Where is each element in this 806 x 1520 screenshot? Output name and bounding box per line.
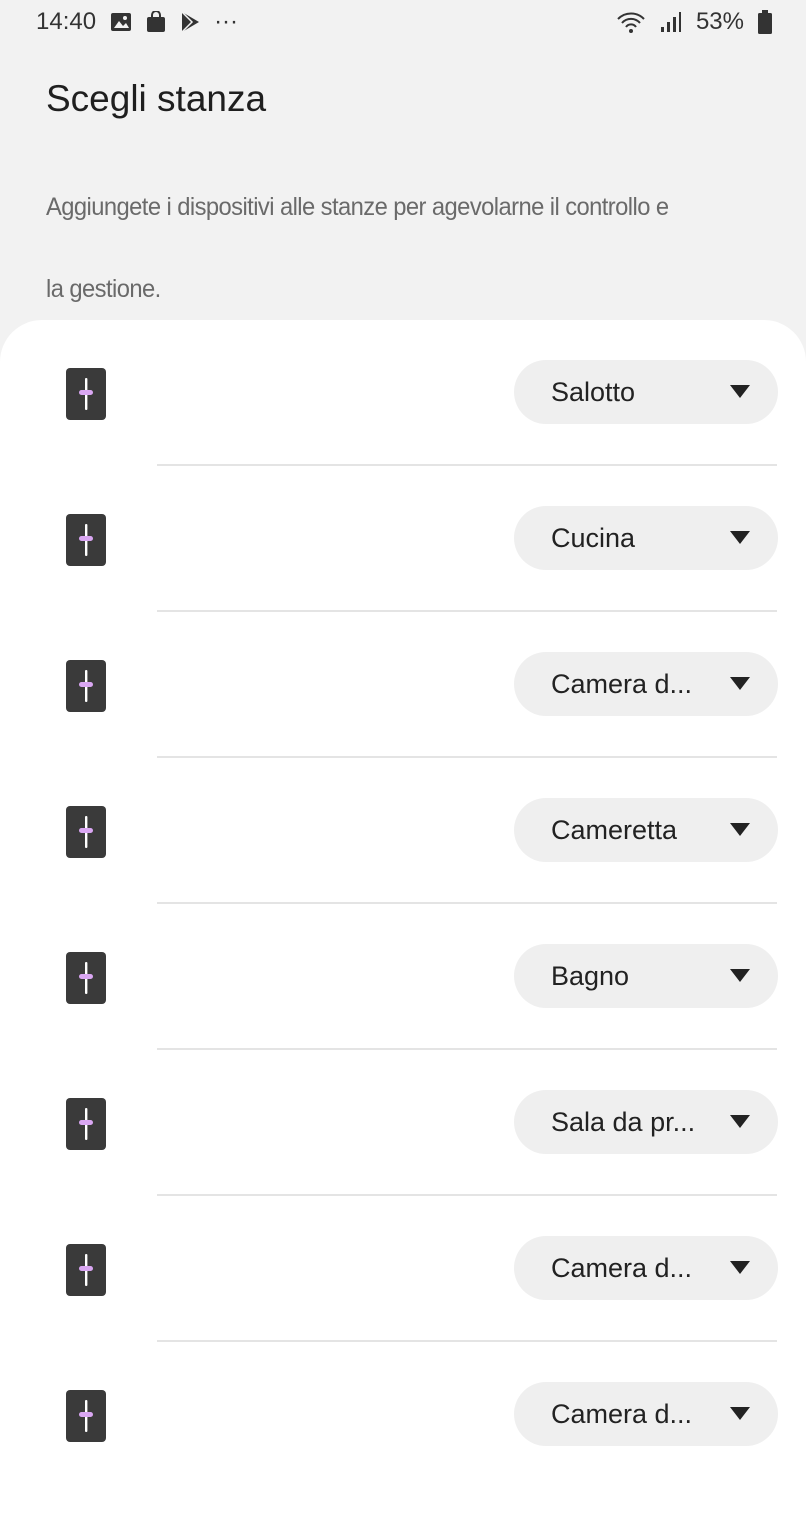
device-icon	[66, 660, 106, 712]
wifi-icon	[616, 10, 646, 34]
room-dropdown[interactable]: Sala da pr...	[514, 1090, 778, 1154]
device-icon	[66, 1098, 106, 1150]
room-dropdown-label: Bagno	[551, 960, 630, 991]
room-dropdown[interactable]: Camera d...	[514, 652, 778, 716]
description-line: la gestione.	[46, 275, 161, 303]
device-icon	[66, 514, 106, 566]
page-description: Aggiungete i dispositivi alle stanze per…	[46, 166, 768, 330]
status-left: 14:40 ···	[36, 8, 238, 36]
room-dropdown-label: Cucina	[551, 522, 636, 553]
room-dropdown[interactable]: Camera d...	[514, 1382, 778, 1446]
device-icon	[66, 806, 106, 858]
device-row: Bagno	[0, 904, 806, 1050]
device-icon	[66, 952, 106, 1004]
device-row: Sala da pr...	[0, 1050, 806, 1196]
device-row: Cameretta	[0, 758, 806, 904]
more-notifications-icon: ···	[214, 8, 239, 35]
dropdown-caret-icon	[730, 531, 750, 545]
device-list-card: Salotto Cucina Camera d... Cameretta Bagno Sa…	[0, 320, 806, 1520]
room-dropdown[interactable]: Camera d...	[514, 1236, 778, 1300]
page-title: Scegli stanza	[46, 78, 267, 119]
signal-icon	[660, 11, 682, 33]
status-time: 14:40	[36, 8, 97, 35]
dropdown-caret-icon	[730, 823, 750, 837]
device-icon	[66, 1244, 106, 1296]
battery-percent: 53%	[695, 8, 744, 35]
description-line: Aggiungete i dispositivi alle stanze per…	[46, 193, 669, 221]
room-dropdown-label: Camera d...	[551, 668, 693, 699]
shopping-bag-icon	[146, 11, 166, 33]
room-dropdown-label: Camera d...	[551, 1398, 693, 1429]
dropdown-caret-icon	[730, 677, 750, 691]
device-row: Camera d...	[0, 1342, 806, 1488]
room-dropdown-label: Cameretta	[551, 814, 678, 845]
device-row: Camera d...	[0, 1196, 806, 1342]
play-store-icon	[180, 11, 200, 33]
dropdown-caret-icon	[730, 1115, 750, 1129]
dropdown-caret-icon	[730, 1261, 750, 1275]
gallery-icon	[110, 12, 132, 32]
device-row: Camera d...	[0, 612, 806, 758]
room-dropdown[interactable]: Bagno	[514, 944, 778, 1008]
dropdown-caret-icon	[730, 1407, 750, 1421]
room-dropdown-label: Camera d...	[551, 1252, 693, 1283]
dropdown-caret-icon	[730, 385, 750, 399]
status-bar: 14:40 ··· 53%	[0, 0, 806, 44]
battery-icon	[758, 10, 772, 34]
room-dropdown-label: Sala da pr...	[551, 1106, 696, 1137]
device-row: Cucina	[0, 466, 806, 612]
room-dropdown[interactable]: Cameretta	[514, 798, 778, 862]
device-icon	[66, 368, 106, 420]
dropdown-caret-icon	[730, 969, 750, 983]
room-dropdown-label: Salotto	[551, 376, 636, 407]
room-dropdown[interactable]: Cucina	[514, 506, 778, 570]
device-row: Salotto	[0, 320, 806, 466]
status-right: 53%	[616, 8, 772, 36]
device-icon	[66, 1390, 106, 1442]
room-dropdown[interactable]: Salotto	[514, 360, 778, 424]
